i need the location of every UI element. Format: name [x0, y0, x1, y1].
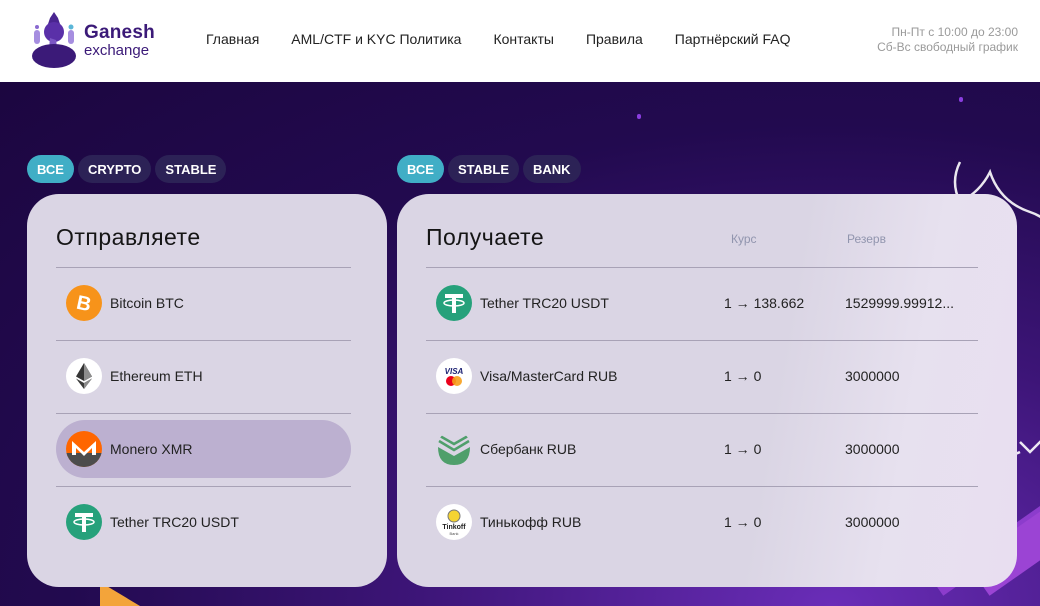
receive-item-rate: 1 → 0: [724, 368, 762, 384]
send-title: Отправляете: [56, 224, 201, 250]
svg-text:VISA: VISA: [445, 367, 464, 376]
hours-weekdays: Пн-Пт с 10:00 до 23:00: [891, 25, 1018, 39]
hours-weekend: Сб-Вс свободный график: [877, 40, 1018, 54]
send-item-ethereum[interactable]: Ethereum ETH: [56, 347, 351, 405]
receive-item-reserve: 3000000: [845, 368, 900, 384]
site-header: Ganesh exchange Главная AML/CTF и KYC По…: [0, 0, 1040, 82]
send-filter-all[interactable]: ВСЕ: [27, 155, 74, 183]
column-header-rate: Курс: [731, 232, 757, 246]
svg-text:Bank: Bank: [449, 531, 458, 536]
send-filter-stable[interactable]: STABLE: [155, 155, 227, 183]
send-card: Отправляете B Bitcoin BTC Ethereum ETH M…: [27, 194, 387, 587]
send-item-label: Monero XMR: [110, 441, 193, 457]
divider: [426, 413, 978, 414]
nav-home[interactable]: Главная: [206, 31, 259, 47]
svg-text:B: B: [74, 292, 93, 317]
divider: [426, 486, 978, 487]
send-item-label: Tether TRC20 USDT: [110, 514, 239, 530]
receive-filter-group: ВСЕ STABLE BANK: [397, 155, 581, 183]
receive-filter-bank[interactable]: BANK: [523, 155, 581, 183]
send-item-monero[interactable]: Monero XMR: [56, 420, 351, 478]
receive-item-sberbank[interactable]: Сбербанк RUB 1 → 0 3000000: [426, 420, 978, 478]
column-header-reserve: Резерв: [847, 232, 886, 246]
receive-title: Получаете: [426, 224, 545, 250]
send-item-label: Bitcoin BTC: [110, 295, 184, 311]
logo[interactable]: Ganesh exchange: [28, 10, 155, 70]
receive-item-label: Сбербанк RUB: [480, 441, 577, 457]
tether-icon: [66, 504, 102, 540]
divider: [56, 267, 351, 268]
divider: [426, 340, 978, 341]
receive-filter-all[interactable]: ВСЕ: [397, 155, 444, 183]
receive-item-reserve: 1529999.99912...: [845, 295, 954, 311]
divider: [56, 413, 351, 414]
decor-dot: [637, 114, 641, 119]
receive-item-label: Тинькофф RUB: [480, 514, 582, 530]
receive-item-tinkoff[interactable]: Tinkoff Bank Тинькофф RUB 1 → 0 3000000: [426, 493, 978, 551]
main-nav: Главная AML/CTF и KYC Политика Контакты …: [206, 31, 823, 47]
tinkoff-icon: Tinkoff Bank: [436, 504, 472, 540]
send-filter-group: ВСЕ CRYPTO STABLE: [27, 155, 227, 183]
sberbank-icon: [436, 431, 472, 467]
receive-item-label: Visa/MasterCard RUB: [480, 368, 618, 384]
nav-partner-faq[interactable]: Партнёрский FAQ: [675, 31, 791, 47]
receive-item-visa-mastercard[interactable]: VISA Visa/MasterCard RUB 1 → 0 3000000: [426, 347, 978, 405]
receive-item-rate: 1 → 0: [724, 514, 762, 530]
svg-text:Tinkoff: Tinkoff: [442, 524, 466, 531]
working-hours: Пн-Пт с 10:00 до 23:00 Сб-Вс свободный г…: [877, 25, 1018, 55]
nav-contacts[interactable]: Контакты: [493, 31, 553, 47]
logo-title: Ganesh: [84, 21, 155, 43]
divider: [56, 486, 351, 487]
logo-subtitle: exchange: [84, 41, 150, 59]
send-filter-crypto[interactable]: CRYPTO: [77, 155, 152, 183]
receive-item-reserve: 3000000: [845, 441, 900, 457]
visa-mastercard-icon: VISA: [436, 358, 472, 394]
bitcoin-icon: B: [66, 285, 102, 321]
receive-item-tether[interactable]: Tether TRC20 USDT 1 → 138.662 1529999.99…: [426, 274, 978, 332]
tether-icon: [436, 285, 472, 321]
receive-item-rate: 1 → 0: [724, 441, 762, 457]
send-item-bitcoin[interactable]: B Bitcoin BTC: [56, 274, 351, 332]
decor-dot: [959, 97, 963, 102]
receive-card: Получаете Курс Резерв Tether TRC20 USDT …: [397, 194, 1017, 587]
monero-icon: [66, 431, 102, 467]
send-item-label: Ethereum ETH: [110, 368, 203, 384]
receive-item-label: Tether TRC20 USDT: [480, 295, 609, 311]
nav-aml-kyc-policy[interactable]: AML/CTF и KYC Политика: [291, 31, 461, 47]
nav-rules[interactable]: Правила: [586, 31, 643, 47]
divider: [426, 267, 978, 268]
receive-filter-stable[interactable]: STABLE: [447, 155, 519, 183]
ganesh-logo-icon: [32, 12, 76, 68]
divider: [56, 340, 351, 341]
ethereum-icon: [66, 358, 102, 394]
receive-item-reserve: 3000000: [845, 514, 900, 530]
receive-item-rate: 1 → 138.662: [724, 295, 805, 311]
send-item-tether[interactable]: Tether TRC20 USDT: [56, 493, 351, 551]
